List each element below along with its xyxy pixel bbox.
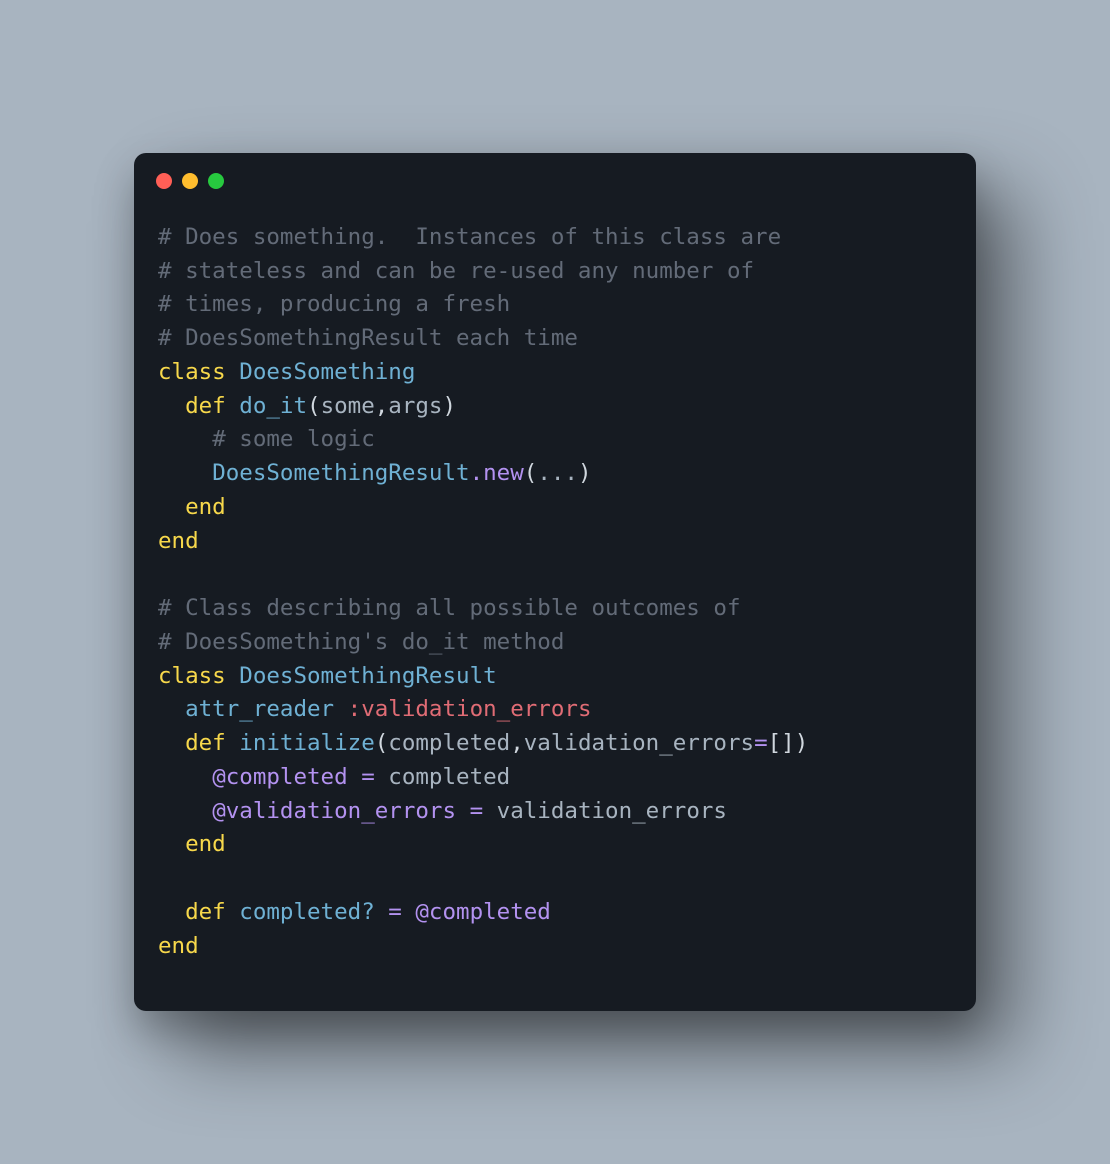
comment-line: # Class describing all possible outcomes…	[158, 595, 740, 621]
code-window: # Does something. Instances of this clas…	[134, 153, 976, 1012]
equals: =	[388, 899, 402, 925]
keyword-end: end	[185, 831, 226, 857]
close-icon[interactable]	[156, 173, 172, 189]
keyword-end: end	[185, 494, 226, 520]
method-new: new	[483, 460, 524, 486]
keyword-def: def	[185, 730, 226, 756]
keyword-end: end	[158, 933, 199, 959]
paren: (	[375, 730, 389, 756]
paren: (	[524, 460, 538, 486]
attr-reader: attr_reader	[185, 696, 334, 722]
dot: .	[470, 460, 484, 486]
ellipsis: ...	[537, 460, 578, 486]
equals: =	[361, 764, 375, 790]
brackets: []	[768, 730, 795, 756]
paren: )	[442, 393, 456, 419]
keyword-def: def	[185, 393, 226, 419]
method-name: do_it	[239, 393, 307, 419]
window-titlebar	[134, 153, 976, 193]
paren: (	[307, 393, 321, 419]
ivar: @completed	[415, 899, 550, 925]
code-block: # Does something. Instances of this clas…	[134, 193, 976, 1012]
class-name: DoesSomething	[239, 359, 415, 385]
param: validation_errors	[524, 730, 754, 756]
minimize-icon[interactable]	[182, 173, 198, 189]
keyword-class: class	[158, 359, 226, 385]
comma: ,	[510, 730, 524, 756]
comment-line: # DoesSomething's do_it method	[158, 629, 564, 655]
param: args	[388, 393, 442, 419]
zoom-icon[interactable]	[208, 173, 224, 189]
keyword-end: end	[158, 528, 199, 554]
ivar: @validation_errors	[212, 798, 456, 824]
comment-line: # stateless and can be re-used any numbe…	[158, 258, 754, 284]
keyword-def: def	[185, 899, 226, 925]
param: some	[321, 393, 375, 419]
equals: =	[754, 730, 768, 756]
method-name: completed?	[239, 899, 374, 925]
comment-line: # DoesSomethingResult each time	[158, 325, 578, 351]
comment-line: # Does something. Instances of this clas…	[158, 224, 781, 250]
comment-line: # times, producing a fresh	[158, 291, 510, 317]
method-name: initialize	[239, 730, 374, 756]
symbol: :validation_errors	[348, 696, 592, 722]
paren: )	[578, 460, 592, 486]
identifier: completed	[388, 764, 510, 790]
identifier: validation_errors	[497, 798, 727, 824]
paren: )	[795, 730, 809, 756]
comment-line: # some logic	[212, 426, 375, 452]
keyword-class: class	[158, 663, 226, 689]
class-name: DoesSomethingResult	[212, 460, 469, 486]
param: completed	[388, 730, 510, 756]
equals: =	[470, 798, 484, 824]
ivar: @completed	[212, 764, 347, 790]
class-name: DoesSomethingResult	[239, 663, 496, 689]
comma: ,	[375, 393, 389, 419]
